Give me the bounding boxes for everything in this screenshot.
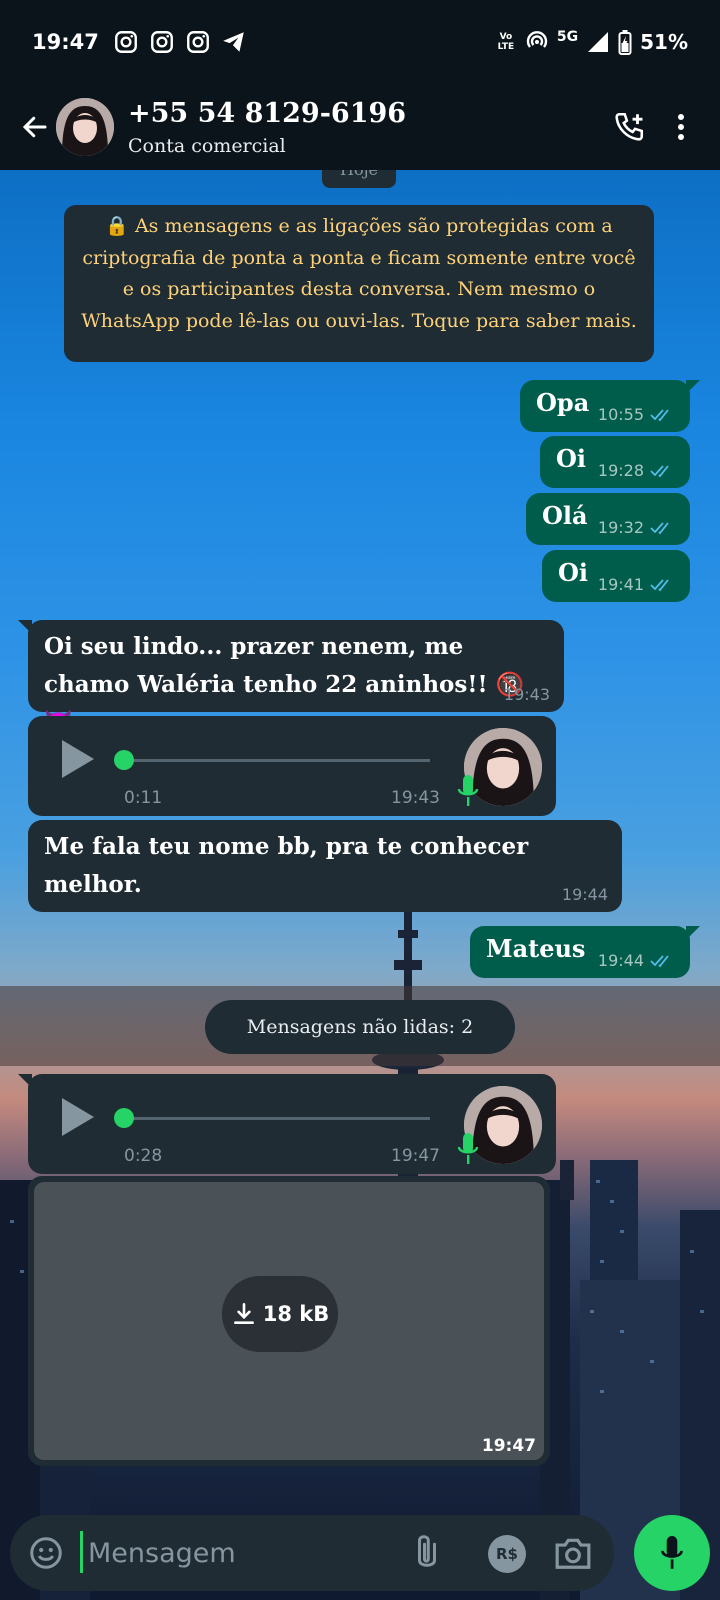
volte-icon: Vo LTE (497, 32, 515, 52)
back-button[interactable] (8, 100, 62, 154)
chat-area[interactable]: Hoje 🔒 As mensagens e as ligações são pr… (0, 170, 720, 1505)
add-call-icon[interactable] (612, 110, 646, 144)
signal-icon (588, 32, 609, 52)
message-time: 10:55 (597, 405, 644, 424)
message-input[interactable] (88, 1529, 388, 1577)
outgoing-message[interactable]: Oi 19:28 (540, 436, 690, 488)
outgoing-message[interactable]: Oi 19:41 (542, 550, 690, 602)
camera-icon[interactable] (554, 1535, 592, 1571)
mic-icon (457, 775, 479, 806)
message-time: 19:28 (597, 461, 644, 480)
profile-photo (56, 98, 114, 156)
incoming-message[interactable]: Me fala teu nome bb, pra te conhecer mel… (28, 820, 622, 912)
message-time: 19:44 (597, 951, 644, 970)
message-text: Mateus (486, 934, 586, 963)
text-cursor (80, 1531, 83, 1573)
voice-message[interactable]: 0:28 19:47 (18, 1074, 556, 1174)
status-bar: 19:47 Vo LTE 5G 51% (0, 0, 720, 84)
audio-duration: 0:28 (124, 1146, 163, 1166)
encryption-notice[interactable]: 🔒 As mensagens e as ligações são protegi… (64, 205, 654, 362)
message-time: 19:41 (597, 575, 644, 594)
telegram-icon (223, 32, 244, 52)
mic-icon (661, 1536, 683, 1569)
chat-header: +55 54 8129-6196 Conta comercial (0, 84, 720, 170)
play-icon[interactable] (62, 1098, 94, 1136)
read-ticks-icon (650, 578, 669, 591)
compose-bar: R$ (0, 1505, 720, 1600)
message-text: Oi (558, 558, 589, 587)
image-message[interactable]: 18 kB 19:47 (28, 1176, 550, 1466)
outgoing-message[interactable]: Mateus 19:44 (470, 926, 700, 978)
message-text: Opa (536, 388, 590, 417)
business-account-label: Conta comercial (128, 134, 286, 157)
message-text: Oi (556, 444, 587, 473)
audio-progress-track[interactable] (124, 759, 430, 762)
contact-name: +55 54 8129-6196 (128, 97, 407, 129)
read-ticks-icon (650, 408, 669, 421)
more-options-icon[interactable] (676, 112, 686, 142)
network-type: 5G (556, 29, 579, 45)
voice-message[interactable]: 0:11 19:43 (28, 716, 556, 816)
battery-percent: 51% (640, 30, 688, 54)
instagram-icon (186, 31, 209, 53)
audio-seek-handle[interactable] (114, 1108, 134, 1128)
message-field[interactable]: R$ (10, 1515, 614, 1591)
contact-title[interactable]: +55 54 8129-6196 Conta comercial (128, 98, 406, 157)
message-time: 19:43 (391, 788, 440, 808)
read-ticks-icon (650, 521, 669, 534)
battery-icon (618, 30, 632, 55)
audio-progress-track[interactable] (124, 1117, 430, 1120)
unread-messages-chip: Mensagens não lidas: 2 (205, 1000, 515, 1054)
message-time: 19:47 (391, 1146, 440, 1166)
play-icon[interactable] (62, 740, 94, 778)
mic-icon (457, 1133, 479, 1164)
message-time: 19:44 (561, 885, 608, 904)
hotspot-icon (526, 31, 548, 48)
incoming-message[interactable]: Oi seu lindo... prazer nenem, me chamo W… (18, 620, 564, 736)
back-arrow-icon (22, 116, 47, 138)
outgoing-message[interactable]: Opa 10:55 (520, 380, 700, 432)
read-ticks-icon (650, 464, 669, 477)
download-button[interactable]: 18 kB (222, 1276, 338, 1352)
date-chip: Hoje (322, 170, 396, 188)
message-time: 19:43 (503, 685, 550, 704)
message-time: 19:32 (597, 518, 644, 537)
attach-icon[interactable] (412, 1533, 442, 1573)
audio-seek-handle[interactable] (114, 750, 134, 770)
outgoing-message[interactable]: Olá 19:32 (526, 493, 690, 545)
status-time: 19:47 (32, 30, 99, 54)
instagram-icon (150, 31, 173, 53)
emoji-icon[interactable] (28, 1535, 64, 1571)
file-size: 18 kB (262, 1302, 330, 1326)
voice-record-button[interactable] (634, 1515, 710, 1591)
download-icon (233, 1302, 254, 1324)
audio-duration: 0:11 (124, 788, 163, 808)
message-text: Me fala teu nome bb, pra te conhecer mel… (44, 833, 529, 898)
instagram-icon (114, 31, 137, 53)
message-text: Olá (542, 501, 588, 530)
contact-avatar[interactable] (56, 98, 114, 156)
read-ticks-icon (650, 954, 669, 967)
payment-button[interactable]: R$ (488, 1535, 526, 1573)
message-time: 19:47 (481, 1436, 536, 1456)
